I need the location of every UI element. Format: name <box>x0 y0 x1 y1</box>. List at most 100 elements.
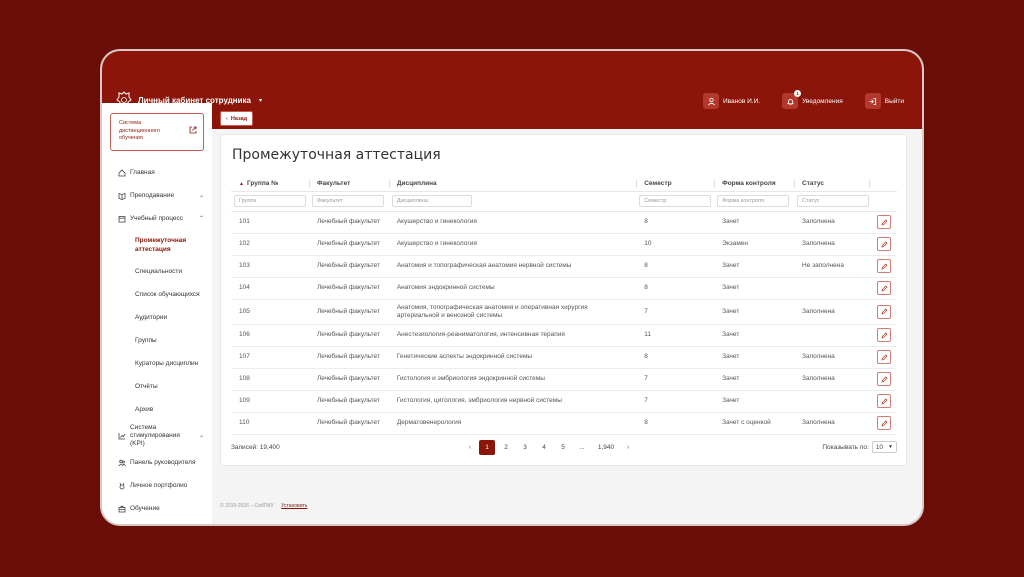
table-footer: Записей: 19,400 ‹ 1 2 3 4 5 ... 1,940 › … <box>231 439 897 455</box>
page-button[interactable]: 2 <box>498 440 514 455</box>
edit-button[interactable] <box>877 237 892 251</box>
page-button[interactable]: 1,940 <box>593 440 619 455</box>
home-icon <box>118 168 126 176</box>
cell-group: 101 <box>231 211 309 234</box>
table-row[interactable]: 103 Лечебный факультет Анатомия и топограф… <box>231 255 897 278</box>
sidebar-item-label: Главная <box>130 169 155 176</box>
sidebar-item-teaching[interactable]: Преподавание ⌄ <box>102 184 212 207</box>
chevron-left-icon: ‹ <box>226 115 228 122</box>
prev-page-button[interactable]: ‹ <box>464 440 476 455</box>
sidebar-subitem-reports[interactable]: Отчёты <box>102 375 212 398</box>
pencil-icon <box>881 376 887 382</box>
page-button[interactable]: 4 <box>536 440 552 455</box>
logout-label[interactable]: Выйти <box>885 98 904 105</box>
column-header-group[interactable]: ▲ Группа № <box>231 177 309 192</box>
cell-semester: 10 <box>636 233 715 256</box>
cell-actions <box>869 324 897 347</box>
column-header-status[interactable]: Статус <box>794 177 870 192</box>
chevron-up-icon: ⌃ <box>198 216 204 222</box>
sidebar-subitem-groups[interactable]: Группы <box>102 329 212 352</box>
column-header-semester[interactable]: Семестр <box>636 177 715 192</box>
page-button[interactable]: 3 <box>517 440 533 455</box>
sidebar-subitem-attestation[interactable]: Промежуточная аттестация <box>102 230 212 260</box>
cell-status <box>794 277 870 300</box>
cell-discipline: Акушерство и гинекология <box>388 211 637 234</box>
sidebar-subitem-specialties[interactable]: Специальности <box>102 260 212 283</box>
notifications-label[interactable]: Уведомления <box>802 98 843 105</box>
bell-icon <box>786 98 794 105</box>
cell-control-form: Зачет <box>714 211 795 234</box>
sidebar-item-portfolio[interactable]: Личное портфолио <box>102 474 212 497</box>
logout-button[interactable] <box>864 93 881 109</box>
filter-semester-input[interactable]: Семестр <box>639 195 712 207</box>
page-size-label: Показывать по: <box>822 443 869 451</box>
edit-button[interactable] <box>877 328 892 342</box>
page-size-select[interactable]: 10 ▼ <box>871 441 897 453</box>
cell-discipline: Анатомия и топографическая анатомия нерв… <box>388 255 637 278</box>
sidebar-item-study-process[interactable]: Учебный процесс ⌃ <box>102 207 212 230</box>
edit-button[interactable] <box>877 350 892 364</box>
filter-control-form-input[interactable]: Форма контроля <box>717 195 790 207</box>
edit-button[interactable] <box>877 416 892 430</box>
page-footer: © 2019-2026 – СибГМУ Установить <box>220 503 307 509</box>
table-row[interactable]: 107 Лечебный факультет Генетические аспект… <box>231 346 897 369</box>
notifications-button[interactable]: 1 <box>782 90 802 109</box>
sidebar-item-manager-panel[interactable]: Панель руководителя <box>102 451 212 474</box>
page-button[interactable]: 5 <box>555 440 571 455</box>
page-ellipsis: ... <box>579 443 585 451</box>
distance-learning-link[interactable]: Система дистанционного обучения <box>110 113 204 151</box>
table-row[interactable]: 108 Лечебный факультет Гистология и эмбрио… <box>231 368 897 391</box>
table-row[interactable]: 102 Лечебный факультет Акушерство и гинеко… <box>231 233 897 256</box>
next-page-button[interactable]: › <box>622 440 634 455</box>
user-name[interactable]: Иванов И.И. <box>723 98 760 105</box>
install-link[interactable]: Установить <box>281 503 307 509</box>
cell-control-form: Экзамен <box>714 233 795 256</box>
column-header-faculty[interactable]: Факультет <box>308 177 389 192</box>
column-header-discipline[interactable]: Дисциплина <box>388 177 637 192</box>
table-row[interactable]: 106 Лечебный факультет Анестезиология-реан… <box>231 324 897 347</box>
user-button[interactable] <box>703 93 719 109</box>
edit-button[interactable] <box>877 281 892 295</box>
cell-semester: 8 <box>636 346 715 369</box>
edit-button[interactable] <box>877 215 892 229</box>
chart-icon <box>118 433 126 440</box>
pencil-icon <box>881 219 887 225</box>
sidebar-item-label: Обучение <box>130 505 160 512</box>
cell-discipline: Генетические аспекты эндокринной системы <box>388 346 637 369</box>
back-button[interactable]: ‹ Назад <box>220 111 254 126</box>
table-row[interactable]: 110 Лечебный факультет Дерматовенерология 8… <box>231 412 897 435</box>
cell-group: 107 <box>231 346 309 369</box>
cell-semester: 8 <box>636 277 715 300</box>
edit-button[interactable] <box>877 304 892 319</box>
pencil-icon <box>881 285 887 291</box>
sidebar-item-training[interactable]: Обучение <box>102 497 212 520</box>
sidebar-subitem-rooms[interactable]: Аудитории <box>102 306 212 329</box>
filter-status-input[interactable]: Статус <box>797 195 870 207</box>
filter-faculty-input[interactable]: Факультет <box>311 195 384 207</box>
edit-button[interactable] <box>877 394 892 408</box>
page-button[interactable]: 1 <box>479 439 495 455</box>
table-row[interactable]: 105 Лечебный факультет Анатомия, топографи… <box>231 299 897 325</box>
cell-actions <box>869 390 897 413</box>
column-header-control-form[interactable]: Форма контроля <box>714 177 795 192</box>
filter-group-input[interactable]: Группа <box>234 195 306 207</box>
table-row[interactable]: 109 Лечебный факультет Гистология, цитолог… <box>231 390 897 413</box>
sidebar-subitem-students[interactable]: Список обучающихся <box>102 283 212 306</box>
cell-semester: 7 <box>636 299 715 325</box>
cell-actions <box>869 255 897 278</box>
sidebar-subitem-curators[interactable]: Кураторы дисциплин <box>102 352 212 375</box>
edit-button[interactable] <box>877 259 892 273</box>
sidebar-item-label: Личное портфолио <box>130 482 188 489</box>
sidebar-subitem-archive[interactable]: Архив <box>102 398 212 421</box>
edit-button[interactable] <box>877 372 892 386</box>
medal-icon <box>119 482 125 489</box>
sidebar-item-kpi[interactable]: Система стимулирования (KPI) ⌄ <box>102 421 212 451</box>
cell-actions <box>869 299 897 325</box>
table-row[interactable]: 104 Лечебный факультет Анатомия эндокринно… <box>231 277 897 300</box>
pencil-icon <box>881 263 887 269</box>
sidebar-item-home[interactable]: Главная <box>102 161 212 184</box>
table-row[interactable]: 101 Лечебный факультет Акушерство и гинеко… <box>231 211 897 234</box>
filter-discipline-input[interactable]: Дисциплина <box>391 195 472 207</box>
page-size-value: 10 <box>875 443 884 451</box>
attestation-table: ▲ Группа № Факультет Дисциплина Семестр Ф… <box>231 177 897 435</box>
